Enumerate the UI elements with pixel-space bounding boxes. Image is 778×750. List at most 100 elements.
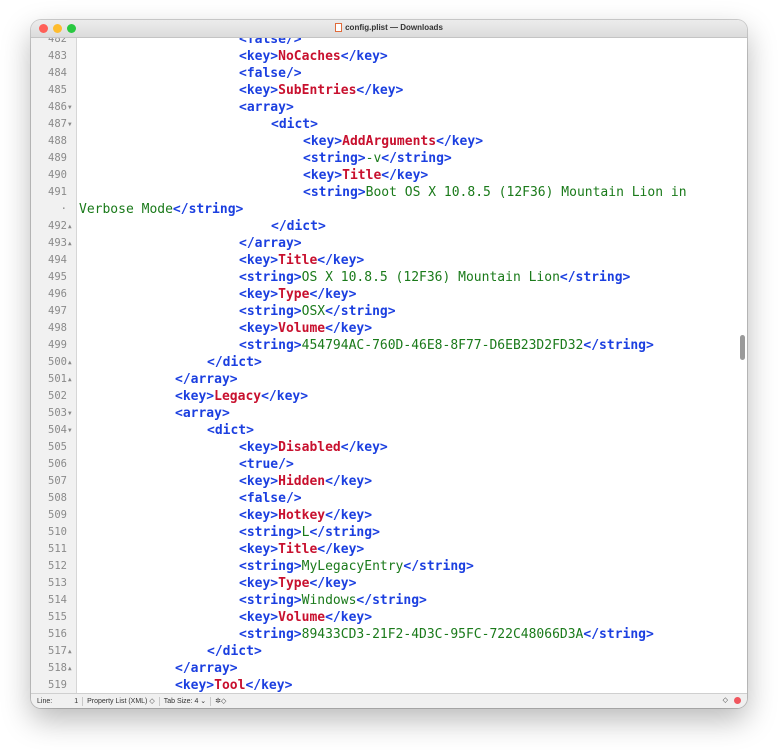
line-number: · — [60, 203, 67, 215]
fold-toggle-icon[interactable]: ▲ — [68, 660, 72, 677]
document-icon — [335, 23, 343, 32]
code-line: 499 <string>454794AC-760D-46E8-8F77-D6EB2… — [31, 337, 747, 354]
plist-value: -v — [365, 151, 382, 166]
xml-tag: </string> — [559, 270, 631, 285]
line-number: 505 — [48, 441, 67, 453]
syntax-mode-selector[interactable]: Property List (XML) ◇ — [83, 697, 159, 705]
line-number: 500 — [48, 356, 67, 368]
line-number: 503 — [48, 407, 67, 419]
tab-size-selector[interactable]: Tab Size: 4 ⌄ — [160, 697, 210, 705]
xml-tag: </key> — [317, 542, 365, 557]
code-line: 517 ▲ </dict> — [31, 643, 747, 660]
code-line: 494 <key>Title</key> — [31, 252, 747, 269]
xml-tag: <key> — [175, 678, 215, 693]
code-text: <string>454794AC-760D-46E8-8F77-D6EB23D2… — [79, 337, 654, 354]
code-text: <key>Title</key> — [79, 252, 364, 269]
line-number: 493 — [48, 237, 67, 249]
line-number: 509 — [48, 509, 67, 521]
plist-key: Type — [278, 576, 310, 591]
xml-tag: </key> — [317, 253, 365, 268]
fold-toggle-icon[interactable]: ▲ — [68, 354, 72, 371]
xml-tag: </key> — [261, 389, 309, 404]
plist-key: Type — [278, 287, 310, 302]
line-number: 499 — [48, 339, 67, 351]
code-line: 501 ▲ </array> — [31, 371, 747, 388]
plist-value: Windows — [301, 593, 357, 608]
line-number: 502 — [48, 390, 67, 402]
xml-tag: </key> — [309, 576, 357, 591]
plist-key: Disabled — [278, 440, 341, 455]
editor-window: config.plist — Downloads 482 <false/> 483 <… — [31, 20, 747, 708]
xml-tag: <dict> — [207, 423, 254, 438]
code-line: 510 <string>L</string> — [31, 524, 747, 541]
fold-toggle-icon[interactable]: ▲ — [68, 235, 72, 252]
line-number: 488 — [48, 135, 67, 147]
window-title: config.plist — Downloads — [345, 23, 443, 32]
xml-tag: </key> — [245, 678, 293, 693]
xml-tag: </string> — [356, 593, 427, 608]
code-text: <key>Disabled</key> — [79, 439, 388, 456]
nav-arrows-icon[interactable]: ◇ — [723, 696, 728, 704]
xml-tag: <string> — [239, 338, 302, 353]
fold-toggle-icon[interactable]: ▲ — [68, 371, 72, 388]
code-line: 516 <string>89433CD3-21F2-4D3C-95FC-722C4… — [31, 626, 747, 643]
xml-tag: </key> — [309, 287, 357, 302]
plist-key: Legacy — [214, 389, 262, 404]
code-line: 489 <string>-v</string> — [31, 150, 747, 167]
fold-toggle-icon[interactable]: ▼ — [68, 116, 72, 133]
plist-value: Verbose Mode — [79, 202, 173, 217]
code-line: 504 ▼ <dict> — [31, 422, 747, 439]
xml-tag: </string> — [583, 627, 654, 642]
code-line: 482 <false/> — [31, 38, 747, 48]
line-number: 507 — [48, 475, 67, 487]
code-text: </dict> — [79, 218, 326, 235]
fold-toggle-icon[interactable]: ▲ — [68, 643, 72, 660]
xml-tag: <dict> — [271, 117, 318, 132]
code-text: <true/> — [79, 456, 294, 473]
error-indicator[interactable] — [734, 696, 741, 704]
code-text: </array> — [79, 660, 238, 677]
line-number: 519 — [48, 679, 67, 691]
fold-toggle-icon[interactable]: ▼ — [68, 422, 72, 439]
xml-tag: <key> — [239, 576, 279, 591]
line-number: 490 — [48, 169, 67, 181]
code-text: <key>NoCaches</key> — [79, 48, 388, 65]
code-text: <false/> — [79, 38, 302, 48]
code-text: <false/> — [79, 65, 302, 82]
code-text: <string>89433CD3-21F2-4D3C-95FC-722C4806… — [79, 626, 654, 643]
code-line: 484 <false/> — [31, 65, 747, 82]
xml-tag: <string> — [239, 304, 302, 319]
xml-tag: </key> — [381, 168, 429, 183]
code-line: 493 ▲ </array> — [31, 235, 747, 252]
gear-icon[interactable]: ✲◇ — [211, 697, 230, 705]
xml-tag: <key> — [239, 440, 279, 455]
code-text: <string>OSX</string> — [79, 303, 396, 320]
xml-tag: </dict> — [207, 355, 262, 370]
plist-key: Volume — [278, 321, 326, 336]
xml-tag: </dict> — [271, 219, 326, 234]
code-line: 505 <key>Disabled</key> — [31, 439, 747, 456]
line-number: 482 — [48, 38, 67, 45]
code-text: <key>Hidden</key> — [79, 473, 372, 490]
code-line: 491 <string>Boot OS X 10.8.5 (12F36) Moun… — [31, 184, 747, 201]
xml-tag: </key> — [325, 321, 373, 336]
code-text: <string>-v</string> — [79, 150, 452, 167]
fold-toggle-icon[interactable]: ▼ — [68, 99, 72, 116]
code-line: 496 <key>Type</key> — [31, 286, 747, 303]
fold-toggle-icon[interactable]: ▼ — [68, 405, 72, 422]
plist-key: Volume — [278, 610, 326, 625]
xml-tag: </dict> — [207, 644, 262, 659]
code-text: <key>Title</key> — [79, 167, 428, 184]
code-line: 514 <string>Windows</string> — [31, 592, 747, 609]
fold-toggle-icon[interactable]: ▲ — [68, 218, 72, 235]
xml-tag: <key> — [239, 542, 279, 557]
vertical-scrollbar[interactable] — [740, 335, 745, 360]
line-number: 492 — [48, 220, 67, 232]
line-number: 515 — [48, 611, 67, 623]
line-number: 498 — [48, 322, 67, 334]
plist-key: NoCaches — [278, 49, 341, 64]
line-number: 484 — [48, 67, 67, 79]
xml-tag: </key> — [325, 610, 373, 625]
code-editor[interactable]: 482 <false/> 483 <key>NoCaches</key> 484 <fal… — [31, 38, 747, 694]
line-number-value[interactable]: 1 — [56, 698, 82, 705]
